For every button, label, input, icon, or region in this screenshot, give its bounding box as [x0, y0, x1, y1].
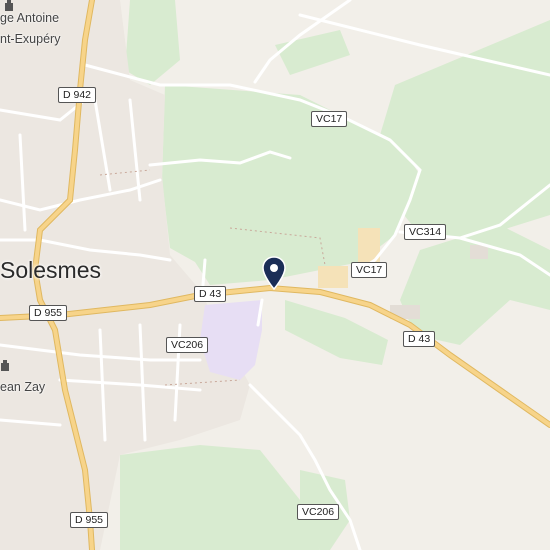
road-shield-vc17-north: VC17	[311, 111, 348, 127]
road-shield-vc17-east: VC17	[351, 262, 388, 278]
school-label: ean Zay	[0, 380, 46, 394]
road-shield-vc206-west: VC206	[166, 337, 209, 353]
road-shield-d43-east: D 43	[403, 331, 436, 347]
school-icon-south	[1, 360, 9, 371]
road-shield-d942: D 942	[58, 87, 97, 103]
town-label: Solesmes	[0, 257, 101, 283]
road-shield-vc314: VC314	[404, 224, 447, 240]
school-icon	[5, 0, 13, 11]
road-shield-d43-west: D 43	[194, 286, 227, 302]
college-label-line1: ge Antoine	[0, 11, 60, 25]
location-pin-icon[interactable]	[262, 256, 286, 290]
map-view[interactable]: Solesmes ge Antoine nt-Exupéry ean Zay D…	[0, 0, 550, 550]
road-shield-d955-west: D 955	[29, 305, 68, 321]
road-shield-d955-south: D 955	[70, 512, 109, 528]
road-shield-vc206-south: VC206	[297, 504, 340, 520]
college-label-line2: nt-Exupéry	[0, 32, 61, 46]
